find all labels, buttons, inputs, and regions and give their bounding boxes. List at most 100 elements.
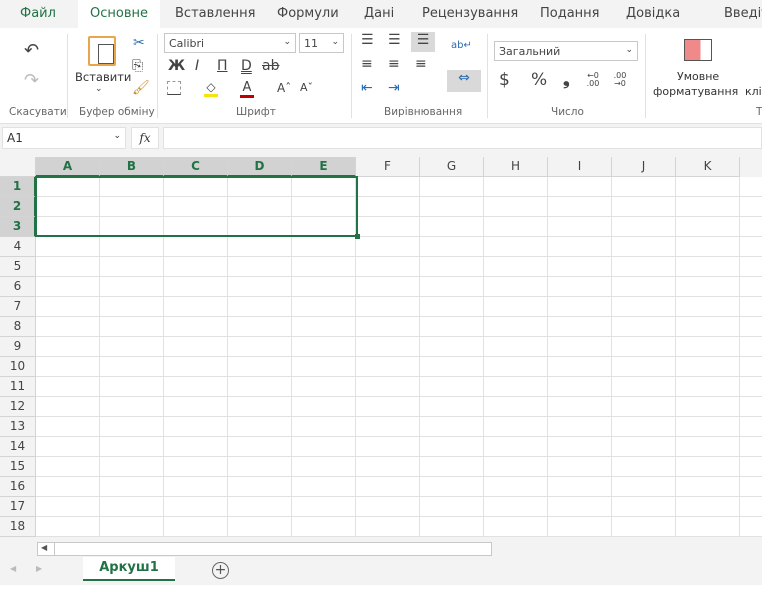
column-header-I[interactable]: I	[548, 157, 612, 177]
decrease-decimal-button[interactable]: .00 →0	[611, 72, 629, 88]
underline-button[interactable]: П	[217, 58, 228, 74]
select-all-corner[interactable]	[0, 157, 36, 177]
number-format-select[interactable]: Загальний ⌄	[494, 41, 638, 61]
fill-color-icon[interactable]: ◇	[204, 80, 218, 97]
format-painter-icon[interactable]: 🖌	[132, 80, 150, 96]
tab-review[interactable]: Рецензування	[422, 6, 518, 21]
borders-icon[interactable]	[167, 81, 181, 95]
row-header-5[interactable]: 5	[0, 257, 36, 277]
sheet-prev-icon[interactable]: ◀	[10, 564, 16, 573]
wrap-text-icon[interactable]: ab↵	[451, 40, 472, 51]
currency-button[interactable]: $	[499, 70, 510, 90]
shrink-font-button[interactable]: Aˇ	[300, 81, 313, 94]
alignment-group-label: Вирівнювання	[384, 106, 463, 118]
formula-bar: A1 ⌄ fx	[0, 126, 762, 152]
font-size-select[interactable]: 11 ⌄	[299, 33, 344, 53]
conditional-formatting-label-1[interactable]: Умовне	[677, 70, 719, 83]
tab-help[interactable]: Довідка	[626, 6, 680, 21]
strikethrough-button[interactable]: ab	[262, 58, 279, 74]
spreadsheet-grid: ABCDEFGHIJK 1 2 3 4 5 6 7 8 9 10 11 12 13 14 15 16 17 18	[0, 157, 762, 542]
align-left-icon[interactable]: ≡	[361, 56, 373, 72]
name-box[interactable]: A1 ⌄	[2, 127, 126, 149]
align-right-icon[interactable]: ≡	[415, 56, 427, 72]
row-header-9[interactable]: 9	[0, 337, 36, 357]
row-header-11[interactable]: 11	[0, 377, 36, 397]
row-header-17[interactable]: 17	[0, 497, 36, 517]
selection-range	[35, 176, 360, 239]
column-header-E[interactable]: E	[292, 157, 356, 177]
undo-icon[interactable]: ↶	[24, 40, 39, 61]
merge-center-icon[interactable]: ⇔	[447, 70, 481, 92]
font-name-select[interactable]: Calibri ⌄	[164, 33, 296, 53]
cut-icon[interactable]: ✂	[133, 35, 145, 51]
font-size-value: 11	[304, 37, 318, 50]
bold-button[interactable]: Ж	[168, 58, 185, 74]
row-header-18[interactable]: 18	[0, 517, 36, 537]
insert-function-button[interactable]: fx	[131, 127, 159, 149]
column-header-G[interactable]: G	[420, 157, 484, 177]
formula-input[interactable]	[163, 127, 762, 149]
tab-home[interactable]: Основне	[78, 0, 160, 28]
row-header-12[interactable]: 12	[0, 397, 36, 417]
redo-icon[interactable]: ↷	[24, 70, 39, 91]
align-bottom-icon[interactable]: ☰	[411, 32, 435, 52]
column-header-B[interactable]: B	[100, 157, 164, 177]
sheet-next-icon[interactable]: ▶	[36, 564, 42, 573]
increase-decimal-button[interactable]: ←0 .00	[584, 72, 602, 88]
column-header-C[interactable]: C	[164, 157, 228, 177]
column-header-D[interactable]: D	[228, 157, 292, 177]
row-header-8[interactable]: 8	[0, 317, 36, 337]
increase-indent-icon[interactable]: ⇥	[388, 80, 400, 96]
font-color-icon[interactable]: A	[240, 80, 254, 98]
row-header-6[interactable]: 6	[0, 277, 36, 297]
align-middle-icon[interactable]: ☰	[388, 32, 401, 48]
tab-file[interactable]: Файл	[20, 6, 56, 21]
styles-group-label: Т	[756, 106, 762, 118]
name-box-value: A1	[7, 131, 23, 145]
row-header-7[interactable]: 7	[0, 297, 36, 317]
tab-view[interactable]: Подання	[540, 6, 600, 21]
row-header-13[interactable]: 13	[0, 417, 36, 437]
row-header-3[interactable]: 3	[0, 217, 36, 237]
row-header-1[interactable]: 1	[0, 177, 36, 197]
scroll-left-icon[interactable]: ◀	[41, 543, 47, 552]
paste-button[interactable]: Вставити	[75, 70, 131, 84]
comma-button[interactable]: ❟	[563, 70, 570, 90]
tell-me-input[interactable]: Введіть	[724, 6, 762, 21]
conditional-formatting-icon[interactable]	[684, 39, 712, 61]
row-header-2[interactable]: 2	[0, 197, 36, 217]
row-header-15[interactable]: 15	[0, 457, 36, 477]
sheet-tab-1[interactable]: Аркуш1	[83, 557, 175, 581]
copy-icon[interactable]: ⎘	[132, 58, 143, 74]
tab-formulas[interactable]: Формули	[277, 6, 339, 21]
row-header-10[interactable]: 10	[0, 357, 36, 377]
row-header-16[interactable]: 16	[0, 477, 36, 497]
decrease-indent-icon[interactable]: ⇤	[361, 80, 373, 96]
row-header-4[interactable]: 4	[0, 237, 36, 257]
grow-font-button[interactable]: Aˆ	[277, 81, 291, 95]
align-center-icon[interactable]: ≡	[388, 56, 400, 72]
percent-button[interactable]: %	[531, 70, 547, 90]
paste-icon[interactable]	[88, 36, 116, 66]
italic-button[interactable]: І	[195, 58, 199, 74]
conditional-formatting-button[interactable]: форматування	[653, 85, 738, 98]
double-underline-button[interactable]: D	[241, 58, 252, 74]
undo-group-label: Скасувати	[9, 106, 67, 118]
column-header-H[interactable]: H	[484, 157, 548, 177]
chevron-down-icon[interactable]: ⌄	[95, 84, 103, 94]
format-as-table-button[interactable]: клі	[745, 85, 762, 98]
add-sheet-button[interactable]: +	[212, 562, 229, 579]
align-top-icon[interactable]: ☰	[361, 32, 374, 48]
tab-insert[interactable]: Вставлення	[175, 6, 255, 21]
column-header-J[interactable]: J	[612, 157, 676, 177]
column-header-A[interactable]: A	[36, 157, 100, 177]
status-bar	[0, 585, 762, 595]
row-header-14[interactable]: 14	[0, 437, 36, 457]
fill-handle[interactable]	[355, 234, 360, 239]
horizontal-scrollbar[interactable]: ◀	[37, 542, 492, 556]
column-header-F[interactable]: F	[356, 157, 420, 177]
number-group-label: Число	[551, 106, 584, 118]
ribbon: ↶ ↷ Скасувати Вставити ⌄ ✂ ⎘ 🖌 Буфер обм…	[0, 28, 762, 124]
tab-data[interactable]: Дані	[364, 6, 394, 21]
column-header-K[interactable]: K	[676, 157, 740, 177]
